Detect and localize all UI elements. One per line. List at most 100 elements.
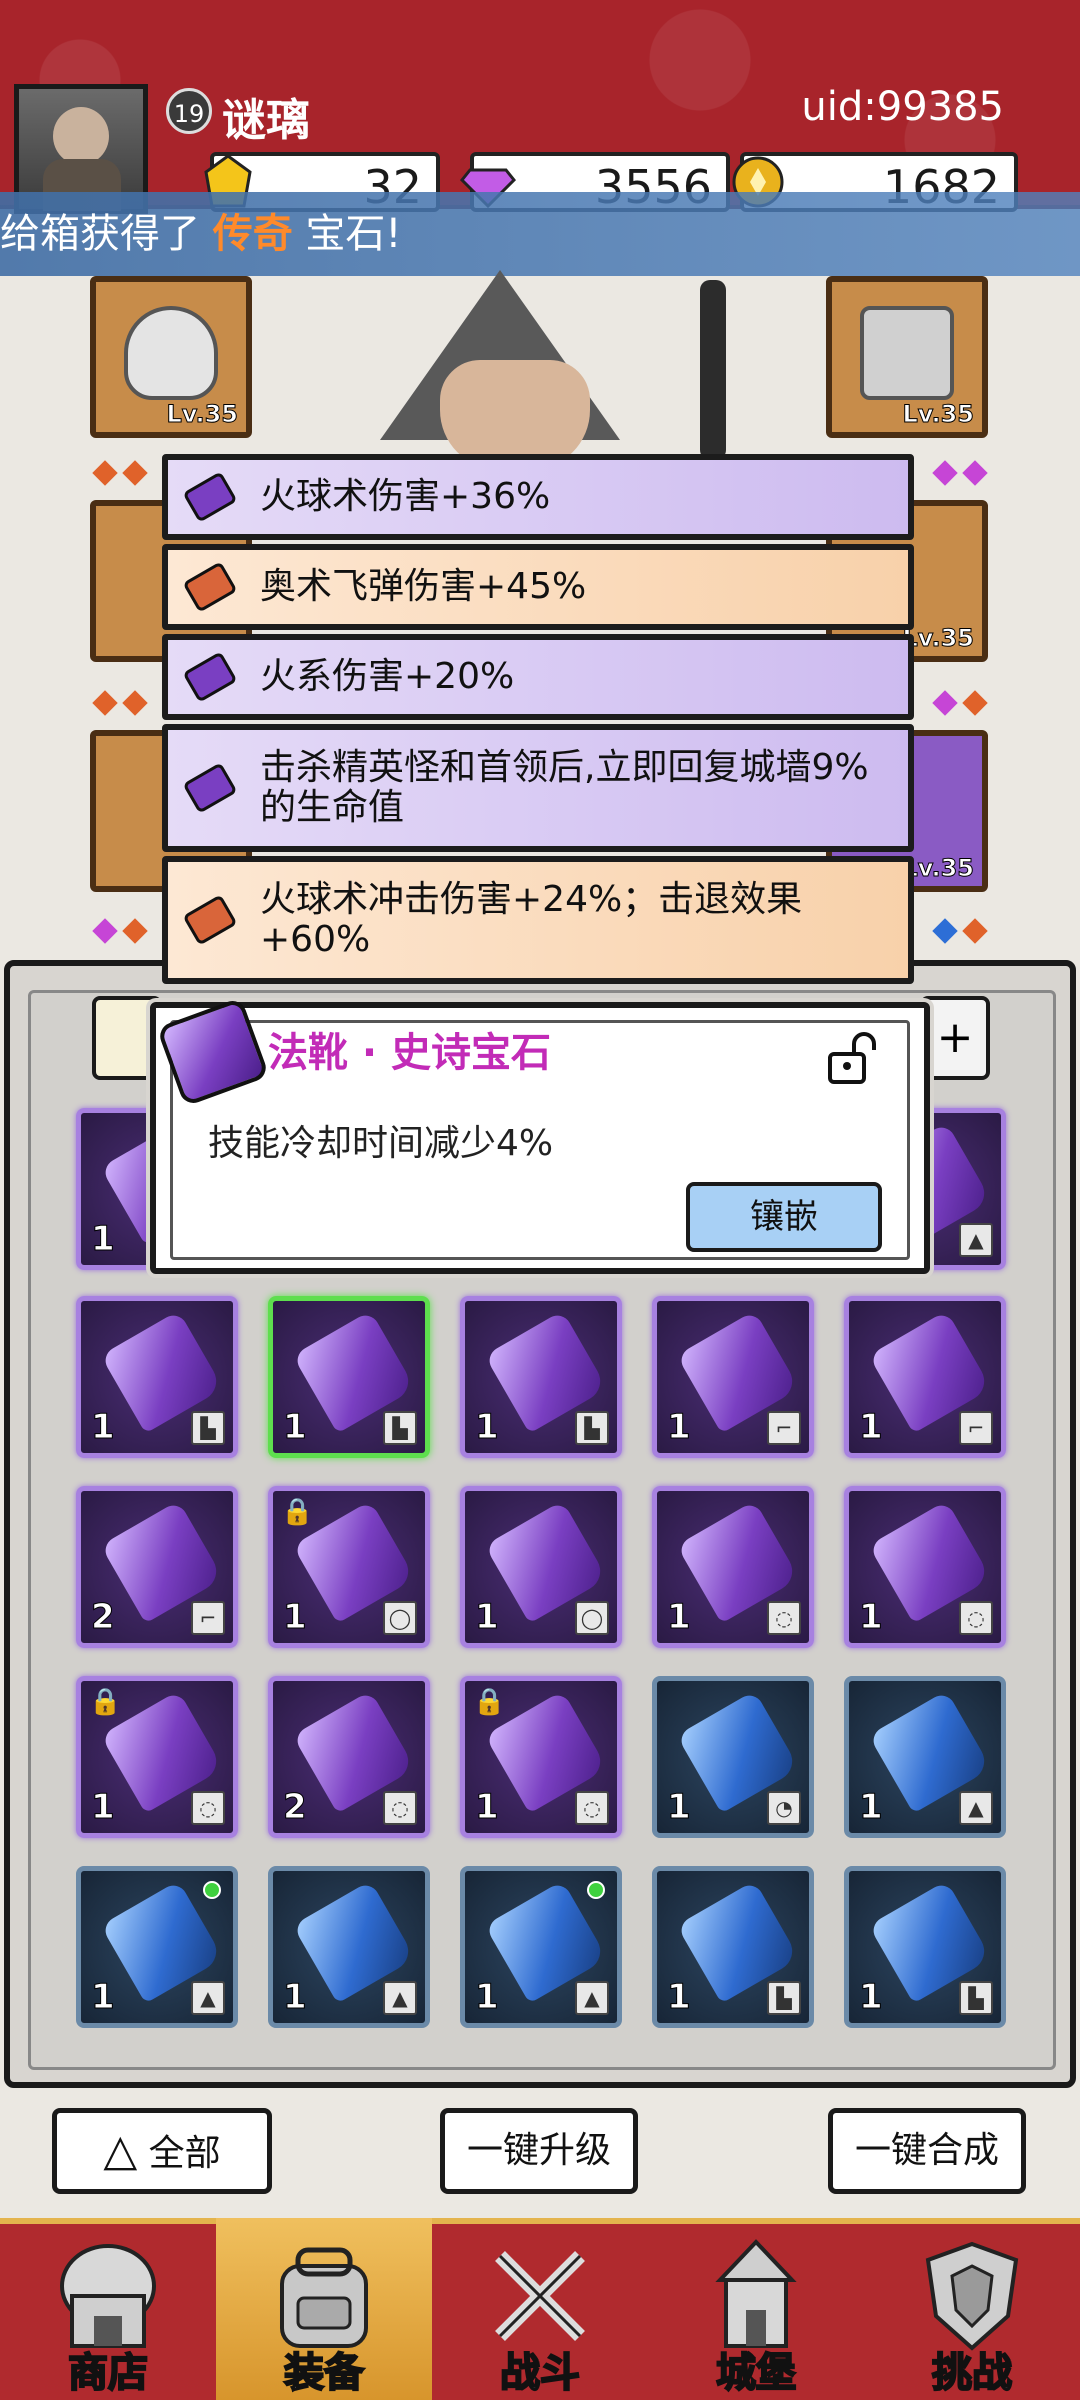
affix-text: 奥术飞弹伤害+45% — [260, 566, 587, 607]
robe-slot-icon: ▲ — [383, 1981, 417, 2015]
robe-slot-icon: ▲ — [959, 1791, 993, 1825]
wizard-staff — [700, 280, 726, 460]
crossed-swords-icon — [495, 2251, 585, 2341]
necklace-slot-icon: ◌ — [575, 1791, 609, 1825]
gem-count: 1 — [475, 1597, 500, 1638]
player-uid: uid:99385 — [801, 84, 1004, 130]
nav-castle[interactable]: 城堡 — [648, 2218, 864, 2400]
wand-slot-icon: ⌐ — [767, 1411, 801, 1445]
lock-icon: 🔒 — [89, 1687, 122, 1717]
nav-label: 挑战 — [931, 2349, 1013, 2397]
banner-highlight: 传奇 — [212, 211, 293, 257]
gem-cell[interactable]: 1 ▲ — [460, 1866, 622, 2028]
wand-icon — [860, 306, 954, 400]
gem-count: 1 — [91, 1977, 116, 2018]
affix-text: 火球术伤害+36% — [260, 476, 551, 517]
affix-text: 火系伤害+20% — [260, 656, 515, 697]
gem-cell[interactable]: 1 ◔ — [652, 1676, 814, 1838]
wand-slot-icon: ⌐ — [191, 1601, 225, 1635]
nav-challenge[interactable]: 挑战 — [864, 2218, 1080, 2400]
nav-label: 商店 — [67, 2349, 149, 2397]
gem-cell[interactable]: 1 ▲ — [844, 1676, 1006, 1838]
gem-cell[interactable]: 1 ▲ — [76, 1866, 238, 2028]
gem-cell[interactable]: 2 ◌ — [268, 1676, 430, 1838]
unlock-icon[interactable] — [820, 1028, 880, 1088]
equipment-slot-hood[interactable]: Lv.35 — [90, 276, 252, 438]
nav-shop[interactable]: 商店 — [0, 2218, 216, 2400]
announcement-banner: 给箱获得了 传奇 宝石! — [0, 192, 1080, 276]
gem-cell[interactable]: 1 ◯ 🔒 — [268, 1486, 430, 1648]
necklace-slot-icon: ◌ — [767, 1601, 801, 1635]
gem-cell[interactable]: 1 ◌ — [652, 1486, 814, 1648]
gem-cell[interactable]: 1 ▲ — [268, 1866, 430, 2028]
nav-battle[interactable]: 战斗 — [432, 2218, 648, 2400]
robe-slot-icon: ▲ — [959, 1223, 993, 1257]
gem-count: 1 — [283, 1597, 308, 1638]
socket-diamond — [962, 690, 988, 716]
affix-row: 火球术冲击伤害+24%；击退效果+60% — [162, 856, 914, 984]
gem-cell[interactable]: 1 ⌐ — [844, 1296, 1006, 1458]
necklace-slot-icon: ◌ — [959, 1601, 993, 1635]
robe-slot-icon: ▲ — [191, 1981, 225, 2015]
socket-diamond — [932, 918, 958, 944]
player-name: 谜璃 — [222, 95, 310, 146]
gem-count: 2 — [91, 1597, 116, 1638]
socket-diamond — [932, 690, 958, 716]
affix-row: 火系伤害+20% — [162, 634, 914, 720]
gem-cell[interactable]: 1 ◌ — [844, 1486, 1006, 1648]
gem-cell[interactable]: 1 ⌐ — [652, 1296, 814, 1458]
gem-cell[interactable]: 2 ⌐ — [76, 1486, 238, 1648]
gem-cell[interactable]: 1 ▙ — [76, 1296, 238, 1458]
nav-label: 战斗 — [499, 2349, 581, 2397]
gem-cell-selected[interactable]: 1 ▙ — [268, 1296, 430, 1458]
equipment-level: Lv.35 — [166, 400, 238, 429]
backpack-icon — [280, 2247, 368, 2348]
purple-gem-icon — [182, 471, 238, 523]
socket-diamond — [92, 918, 118, 944]
gem-count: 1 — [667, 1407, 692, 1448]
gem-cell[interactable]: 1 ◯ — [460, 1486, 622, 1648]
filter-plus-button[interactable]: + — [920, 996, 990, 1080]
gem-count: 1 — [475, 1407, 500, 1448]
filter-all-button[interactable]: △ 全部 — [52, 2108, 272, 2194]
gem-count: 1 — [859, 1597, 884, 1638]
gem-count: 1 — [667, 1977, 692, 2018]
socket-diamond — [962, 460, 988, 486]
wand-slot-icon: ⌐ — [959, 1411, 993, 1445]
socket-diamond — [122, 460, 148, 486]
new-indicator-dot — [203, 1881, 221, 1899]
banner-suffix: 宝石! — [292, 211, 402, 257]
nav-label: 装备 — [283, 2349, 365, 2397]
orange-gem-icon — [182, 894, 238, 946]
one-click-upgrade-button[interactable]: 一键升级 — [440, 2108, 638, 2194]
gem-cell[interactable]: 1 ▙ — [844, 1866, 1006, 2028]
affix-text: 火球术冲击伤害+24%；击退效果+60% — [260, 879, 803, 960]
gem-count: 1 — [91, 1219, 116, 1260]
boot-slot-icon: ▙ — [959, 1981, 993, 2015]
necklace-slot-icon: ◌ — [383, 1791, 417, 1825]
robe-slot-icon: ▲ — [575, 1981, 609, 2015]
banner-prefix: 给箱获得了 — [0, 211, 213, 257]
gem-count: 1 — [859, 1787, 884, 1828]
gem-cell[interactable]: 1 ◌ 🔒 — [460, 1676, 622, 1838]
necklace-slot-icon: ◌ — [191, 1791, 225, 1825]
gem-count: 1 — [283, 1977, 308, 2018]
gem-count: 1 — [475, 1977, 500, 2018]
nav-equipment[interactable]: 装备 — [216, 2218, 432, 2400]
inlay-button[interactable]: 镶嵌 — [686, 1182, 882, 1252]
gem-cell[interactable]: 1 ◌ 🔒 — [76, 1676, 238, 1838]
affix-row: 击杀精英怪和首领后,立即回复城墙9%的生命值 — [162, 724, 914, 852]
gem-cell[interactable]: 1 ▙ — [460, 1296, 622, 1458]
gem-title: 法靴 · 史诗宝石 — [268, 1030, 552, 1076]
gem-count: 1 — [91, 1787, 116, 1828]
one-click-merge-button[interactable]: 一键合成 — [828, 2108, 1026, 2194]
castle-icon — [715, 2239, 797, 2348]
equipment-slot-wand[interactable]: Lv.35 — [826, 276, 988, 438]
hood-icon — [124, 306, 218, 400]
orange-gem-icon — [182, 561, 238, 613]
gem-cell[interactable]: 1 ▙ — [652, 1866, 814, 2028]
new-indicator-dot — [587, 1881, 605, 1899]
gem-count: 1 — [475, 1787, 500, 1828]
boot-slot-icon: ▙ — [575, 1411, 609, 1445]
gem-count: 1 — [283, 1407, 308, 1448]
